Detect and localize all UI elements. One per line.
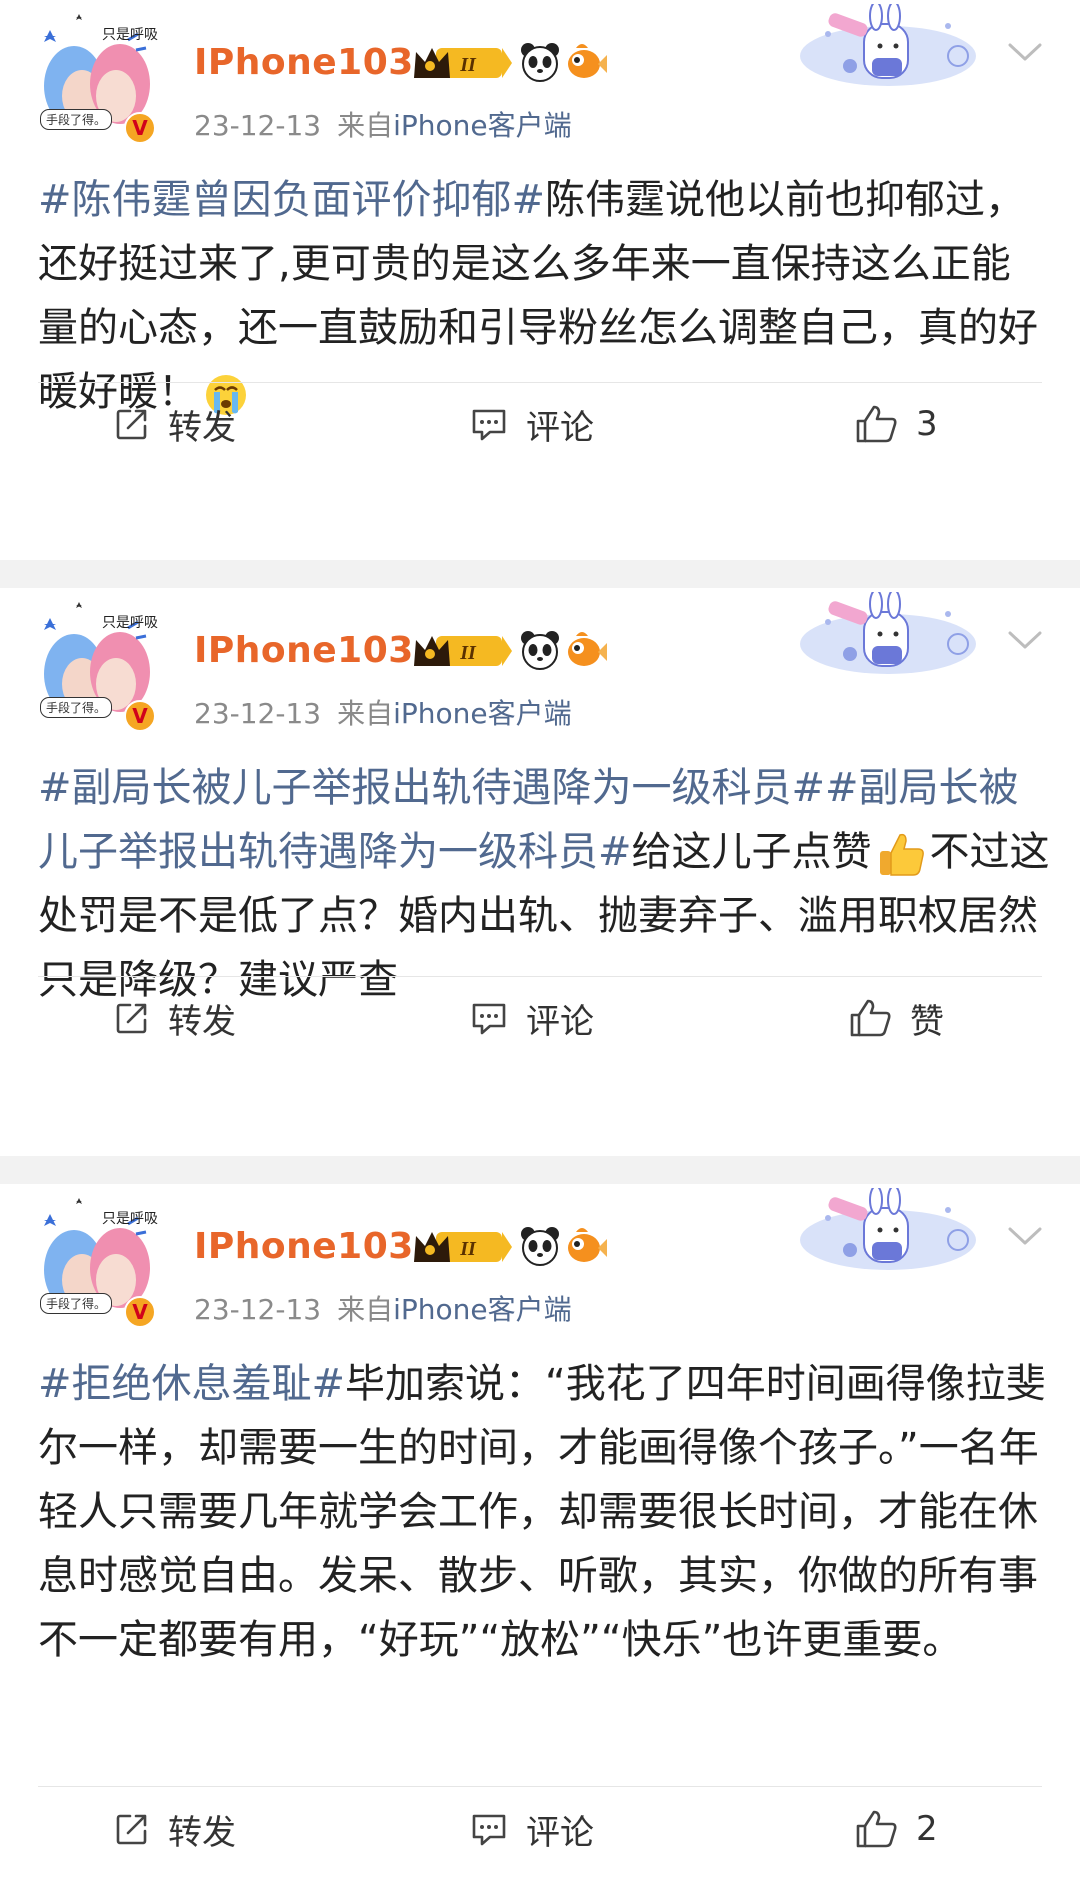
post-actions: 转发 评论 赞 — [0, 978, 1080, 1058]
goldfish-icon — [568, 632, 607, 666]
comment-label: 评论 — [526, 1812, 594, 1853]
thumbs-up-icon — [856, 1810, 897, 1848]
post-text: 给这儿子点赞 — [631, 829, 872, 875]
chevron-down-icon[interactable] — [1006, 628, 1044, 652]
divider — [38, 382, 1042, 383]
panda-icon — [521, 43, 559, 82]
post-header: 只是呼吸 手段了得。 V IPhone103 II 23-12-13 来自iPh… — [0, 0, 1080, 172]
post-content: #副局长被儿子举报出轨待遇降为一级科员##副局长被儿子举报出轨待遇降为一级科员#… — [38, 756, 1050, 1012]
comment-button[interactable]: 评论 — [470, 384, 594, 464]
repost-label: 转发 — [168, 1001, 236, 1042]
verified-badge: V — [124, 1296, 156, 1328]
comment-button[interactable]: 评论 — [470, 1789, 594, 1869]
like-button[interactable]: 3 — [854, 384, 938, 464]
thumbs-up-icon — [850, 999, 891, 1037]
post-date: 23-12-13 — [194, 1293, 322, 1326]
goldfish-icon — [568, 44, 607, 78]
repost-button[interactable]: 转发 — [114, 1789, 236, 1869]
source-prefix: 来自 — [337, 697, 394, 730]
post-meta: 23-12-13 来自iPhone客户端 — [194, 104, 572, 144]
avatar-caption: 只是呼吸 — [102, 615, 158, 631]
like-count: 3 — [916, 404, 938, 444]
chevron-down-icon[interactable] — [1006, 40, 1044, 64]
verified-badge: V — [124, 700, 156, 732]
repost-label: 转发 — [168, 1812, 236, 1853]
post-actions: 转发 评论 2 — [0, 1789, 1080, 1869]
divider — [38, 976, 1042, 977]
panda-icon — [521, 631, 559, 670]
member-crown-badge-icon[interactable]: II — [410, 40, 514, 84]
panda-icon — [521, 1227, 559, 1266]
chevron-down-icon[interactable] — [1006, 1224, 1044, 1248]
svg-text:II: II — [459, 54, 477, 76]
user-badges: II — [410, 40, 608, 84]
share-icon — [116, 1003, 147, 1034]
avatar-tag: 手段了得。 — [40, 697, 113, 718]
avatar-caption: 只是呼吸 — [102, 27, 158, 43]
bunny-decoration-icon — [800, 4, 976, 86]
source-prefix: 来自 — [337, 109, 394, 142]
bunny-decoration-icon — [800, 1188, 976, 1270]
username[interactable]: IPhone103 — [194, 1226, 414, 1267]
thumbs-up-icon — [856, 405, 897, 443]
user-badges: II — [410, 628, 608, 672]
post-meta: 23-12-13 来自iPhone客户端 — [194, 692, 572, 732]
like-button[interactable]: 赞 — [848, 978, 944, 1058]
post-card[interactable]: 只是呼吸 手段了得。 V IPhone103 II 23-12-13 来自iPh… — [0, 1184, 1080, 1891]
comment-icon — [472, 1814, 506, 1846]
source-prefix: 来自 — [337, 1293, 394, 1326]
feed-list: 只是呼吸 手段了得。 V IPhone103 II 23-12-13 来自iPh… — [0, 0, 1080, 1891]
avatar-tag: 手段了得。 — [40, 109, 113, 130]
comment-label: 评论 — [526, 1001, 594, 1042]
post-meta: 23-12-13 来自iPhone客户端 — [194, 1288, 572, 1328]
like-label: 赞 — [910, 1001, 944, 1042]
goldfish-icon — [568, 1228, 607, 1262]
username[interactable]: IPhone103 — [194, 630, 414, 671]
svg-text:II: II — [459, 642, 477, 664]
comment-button[interactable]: 评论 — [470, 978, 594, 1058]
verified-badge: V — [124, 112, 156, 144]
repost-label: 转发 — [168, 407, 236, 448]
source-app[interactable]: iPhone客户端 — [393, 1293, 572, 1326]
hashtag-link[interactable]: #陈伟霆曾因负面评价抑郁# — [38, 177, 545, 223]
comment-label: 评论 — [526, 407, 594, 448]
avatar-caption: 只是呼吸 — [102, 1211, 158, 1227]
post-date: 23-12-13 — [194, 109, 322, 142]
member-crown-badge-icon[interactable]: II — [410, 628, 514, 672]
bunny-decoration-icon — [800, 592, 976, 674]
repost-button[interactable]: 转发 — [114, 978, 236, 1058]
thumbs-up-emoji-icon — [879, 833, 924, 876]
svg-text:II: II — [459, 1238, 477, 1260]
post-content: #拒绝休息羞耻#毕加索说：“我花了四年时间画得像拉斐尔一样，却需要一生的时间，才… — [38, 1352, 1050, 1672]
user-badges: II — [410, 1224, 608, 1268]
comment-icon — [472, 409, 506, 441]
like-button[interactable]: 2 — [854, 1789, 938, 1869]
member-crown-badge-icon[interactable]: II — [410, 1224, 514, 1268]
post-card[interactable]: 只是呼吸 手段了得。 V IPhone103 II 23-12-13 来自iPh… — [0, 0, 1080, 560]
post-date: 23-12-13 — [194, 697, 322, 730]
post-actions: 转发 评论 3 — [0, 384, 1080, 464]
divider — [38, 1786, 1042, 1787]
hashtag-link[interactable]: #拒绝休息羞耻# — [38, 1361, 345, 1407]
comment-icon — [472, 1003, 506, 1035]
source-app[interactable]: iPhone客户端 — [393, 109, 572, 142]
share-icon — [116, 409, 147, 440]
like-count: 2 — [916, 1809, 938, 1849]
post-card[interactable]: 只是呼吸 手段了得。 V IPhone103 II 23-12-13 来自iPh… — [0, 588, 1080, 1156]
username[interactable]: IPhone103 — [194, 42, 414, 83]
share-icon — [116, 1814, 147, 1845]
avatar-tag: 手段了得。 — [40, 1293, 113, 1314]
post-header: 只是呼吸 手段了得。 V IPhone103 II 23-12-13 来自iPh… — [0, 1184, 1080, 1356]
source-app[interactable]: iPhone客户端 — [393, 697, 572, 730]
repost-button[interactable]: 转发 — [114, 384, 236, 464]
post-header: 只是呼吸 手段了得。 V IPhone103 II 23-12-13 来自iPh… — [0, 588, 1080, 760]
